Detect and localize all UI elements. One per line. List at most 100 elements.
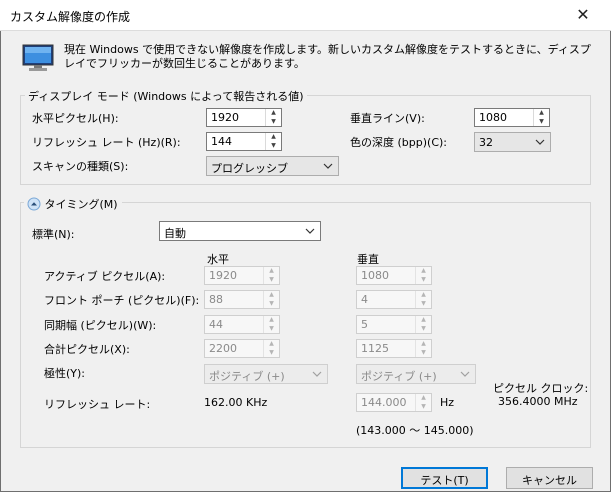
polarity-v-dropdown: ポジティブ (+) — [356, 364, 476, 384]
chevron-down-icon — [305, 228, 315, 234]
active-pixels-label: アクティブ ピクセル(A): — [44, 270, 166, 283]
spinner-value: 144.000 — [361, 396, 407, 409]
polarity-label: 極性(Y): — [44, 367, 86, 380]
front-porch-label: フロント ポーチ (ピクセル)(F): — [44, 294, 200, 307]
spinner-arrows: ▲ ▼ — [415, 394, 431, 411]
monitor-icon — [22, 44, 54, 71]
spinner-arrows: ▲ ▼ — [415, 316, 431, 333]
polarity-h-dropdown: ポジティブ (+) — [204, 364, 328, 384]
total-pixels-label: 合計ピクセル(X): — [44, 343, 130, 356]
color-depth-label: 色の深度 (bpp)(C): — [350, 136, 447, 149]
sync-width-v-spinner: 5 ▲ ▼ — [356, 315, 432, 334]
up-arrow-icon: ▲ — [421, 267, 426, 274]
timing-toggle[interactable]: タイミング(M) — [24, 196, 122, 212]
scan-type-label: スキャンの種類(S): — [32, 160, 129, 173]
front-porch-h-spinner: 88 ▲ ▼ — [204, 290, 280, 309]
vertical-column-header: 垂直 — [357, 253, 379, 266]
spinner-value: 44 — [209, 318, 223, 331]
close-button[interactable]: ✕ — [560, 2, 606, 28]
chevron-down-icon — [460, 371, 470, 377]
up-arrow-icon: ▲ — [421, 340, 426, 347]
spinner-arrows: ▲ ▼ — [263, 291, 279, 308]
refresh-rate-spinner[interactable]: 144 ▲ ▼ — [206, 132, 282, 151]
pixel-clock-label: ピクセル クロック: — [493, 382, 589, 395]
standard-label: 標準(N): — [32, 228, 75, 241]
close-icon: ✕ — [576, 5, 590, 24]
down-arrow-icon: ▼ — [421, 275, 426, 283]
sync-width-label: 同期幅 (ピクセル)(W): — [44, 319, 157, 332]
spinner-arrows: ▲ ▼ — [415, 340, 431, 357]
window-title: カスタム解像度の作成 — [10, 10, 131, 24]
refresh-rate-hz-spinner: 144.000 ▲ ▼ — [356, 393, 432, 412]
v-lines-label: 垂直ライン(V): — [350, 112, 425, 125]
h-pixels-spinner[interactable]: 1920 ▲ ▼ — [206, 108, 282, 127]
up-arrow-icon: ▲ — [269, 267, 274, 274]
up-arrow-icon[interactable]: ▲ — [534, 109, 549, 118]
front-porch-v-spinner: 4 ▲ ▼ — [356, 290, 432, 309]
down-arrow-icon[interactable]: ▼ — [266, 118, 281, 127]
active-pixels-h-spinner: 1920 ▲ ▼ — [204, 266, 280, 285]
total-pixels-h-spinner: 2200 ▲ ▼ — [204, 339, 280, 358]
color-depth-dropdown[interactable]: 32 — [474, 132, 551, 152]
down-arrow-icon: ▼ — [269, 275, 274, 283]
test-button-label: テスト(T) — [420, 474, 469, 487]
down-arrow-icon: ▼ — [269, 324, 274, 332]
spinner-value: 88 — [209, 293, 223, 306]
timing-toggle-label: タイミング(M) — [44, 198, 118, 211]
refresh-rate-khz: 162.00 KHz — [204, 396, 268, 409]
title-bar[interactable]: カスタム解像度の作成 ✕ — [0, 0, 611, 31]
hz-unit-label: Hz — [440, 396, 455, 409]
polarity-h-value: ポジティブ (+) — [209, 370, 285, 383]
h-pixels-value: 1920 — [211, 111, 239, 124]
cancel-button-label: キャンセル — [522, 474, 577, 487]
cancel-button[interactable]: キャンセル — [506, 467, 593, 489]
horizontal-column-header: 水平 — [207, 253, 229, 266]
spinner-arrows: ▲ ▼ — [263, 340, 279, 357]
v-lines-spinner[interactable]: 1080 ▲ ▼ — [474, 108, 550, 127]
spinner-arrows: ▲ ▼ — [415, 291, 431, 308]
down-arrow-icon: ▼ — [421, 402, 426, 410]
description-text: 現在 Windows で使用できない解像度を作成します。新しいカスタム解像度をテ… — [64, 43, 591, 70]
spinner-value: 5 — [361, 318, 368, 331]
up-arrow-icon[interactable]: ▲ — [266, 133, 281, 142]
up-arrow-icon: ▲ — [421, 394, 426, 401]
spinner-value: 1920 — [209, 269, 237, 282]
down-arrow-icon: ▼ — [269, 299, 274, 307]
spinner-arrows: ▲ ▼ — [265, 133, 281, 150]
color-depth-value: 32 — [479, 136, 493, 149]
test-button[interactable]: テスト(T) — [401, 467, 488, 489]
up-arrow-icon: ▲ — [269, 291, 274, 298]
refresh-rate-timing-label: リフレッシュ レート: — [44, 398, 151, 411]
up-arrow-icon: ▲ — [421, 291, 426, 298]
collapse-icon — [27, 197, 41, 211]
up-arrow-icon: ▲ — [269, 340, 274, 347]
down-arrow-icon: ▼ — [421, 324, 426, 332]
spinner-arrows: ▲ ▼ — [263, 316, 279, 333]
spinner-arrows: ▲ ▼ — [263, 267, 279, 284]
standard-dropdown[interactable]: 自動 — [159, 221, 321, 241]
up-arrow-icon[interactable]: ▲ — [266, 109, 281, 118]
active-pixels-v-spinner: 1080 ▲ ▼ — [356, 266, 432, 285]
display-mode-legend: ディスプレイ モード (Windows によって報告される値) — [25, 88, 307, 104]
down-arrow-icon[interactable]: ▼ — [266, 142, 281, 151]
chevron-down-icon — [323, 163, 333, 169]
sync-width-h-spinner: 44 ▲ ▼ — [204, 315, 280, 334]
refresh-rate-value: 144 — [211, 135, 232, 148]
chevron-down-icon — [312, 371, 322, 377]
spinner-arrows: ▲ ▼ — [265, 109, 281, 126]
chevron-down-icon — [535, 139, 545, 145]
h-pixels-label: 水平ピクセル(H): — [32, 112, 119, 125]
down-arrow-icon: ▼ — [421, 299, 426, 307]
down-arrow-icon: ▼ — [269, 348, 274, 356]
spinner-value: 1125 — [361, 342, 389, 355]
standard-value: 自動 — [164, 227, 186, 240]
polarity-v-value: ポジティブ (+) — [361, 370, 437, 383]
spinner-value: 1080 — [361, 269, 389, 282]
spinner-value: 2200 — [209, 342, 237, 355]
v-lines-value: 1080 — [479, 111, 507, 124]
down-arrow-icon[interactable]: ▼ — [534, 118, 549, 127]
spinner-arrows: ▲ ▼ — [533, 109, 549, 126]
total-pixels-v-spinner: 1125 ▲ ▼ — [356, 339, 432, 358]
scan-type-dropdown[interactable]: プログレッシブ — [206, 156, 339, 176]
up-arrow-icon: ▲ — [421, 316, 426, 323]
